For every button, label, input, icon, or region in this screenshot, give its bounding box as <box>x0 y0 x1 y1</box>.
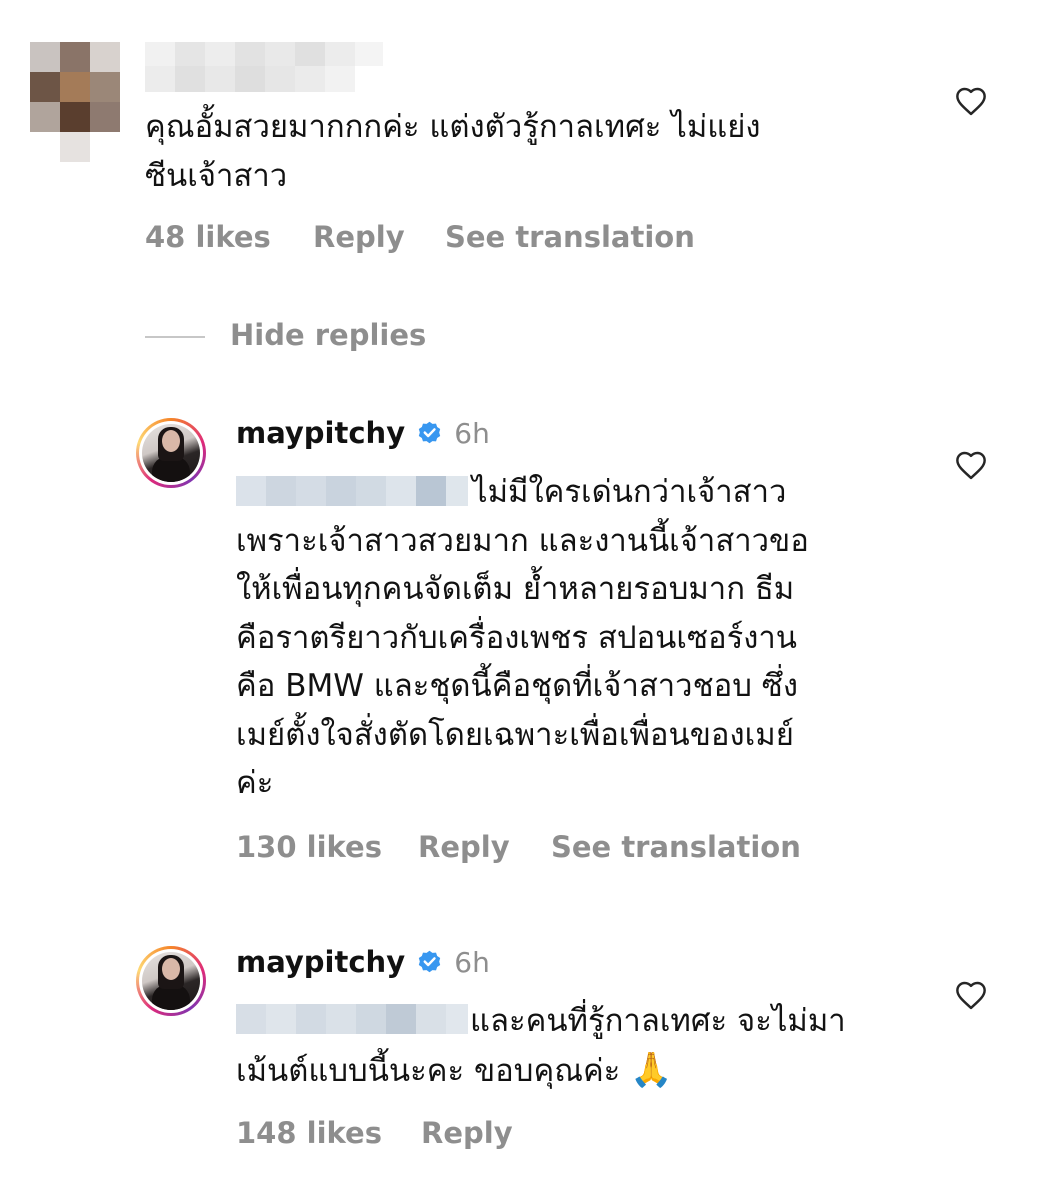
reply-text-line: เมย์ตั้งใจสั่งตัดโดยเฉพาะเพื่อเพื่อนของเ… <box>236 716 794 753</box>
likes-count[interactable]: 48 likes <box>145 220 271 254</box>
timestamp: 6h <box>454 417 490 450</box>
reply-text-line: คือราตรียาวกับเครื่องเพชร สปอนเซอร์งาน <box>236 619 797 656</box>
reply-text: ไม่มีใครเด่นกว่าเจ้าสาว เพราะเจ้าสาวสวยม… <box>236 468 956 808</box>
reply-text-line: และคนที่รู้กาลเทศะ จะไม่มา <box>470 1003 846 1039</box>
avatar-photo <box>142 424 200 482</box>
folded-hands-emoji: 🙏 <box>630 1049 673 1090</box>
avatar[interactable] <box>136 418 206 488</box>
commenter-username-blurred[interactable] <box>145 42 383 94</box>
hide-replies-label[interactable]: Hide replies <box>230 318 426 352</box>
reply-text-line: ให้เพื่อนทุกคนจัดเต็ม ย้ำหลายรอบมาก ธีม <box>236 571 795 607</box>
reply-text-line: เพราะเจ้าสาวสวยมาก และงานนี้เจ้าสาวขอ <box>236 522 809 559</box>
verified-badge-icon <box>419 950 441 973</box>
comment-actions: 48 likes Reply See translation <box>145 220 845 256</box>
reply-header: maypitchy 6h <box>236 945 636 985</box>
reply-text-line-with-emoji: เม้นต์แบบนี้นะคะ ขอบคุณค่ะ 🙏 <box>236 1046 956 1096</box>
likes-count[interactable]: 148 likes <box>236 1116 382 1150</box>
heart-outline-icon[interactable] <box>954 86 988 116</box>
avatar-photo <box>142 952 200 1010</box>
reply-text-line: ไม่มีใครเด่นกว่าเจ้าสาว <box>472 474 787 510</box>
username[interactable]: maypitchy <box>236 416 405 450</box>
heart-outline-icon[interactable] <box>954 980 988 1010</box>
reply-text-line: คือ BMW และชุดนี้คือชุดที่เจ้าสาวชอบ ซึ่… <box>236 668 798 704</box>
likes-count[interactable]: 130 likes <box>236 830 382 864</box>
reply-text-line: ค่ะ <box>236 765 274 801</box>
see-translation-button[interactable]: See translation <box>551 830 801 864</box>
timestamp: 6h <box>454 946 490 979</box>
reply-button[interactable]: Reply <box>421 1116 513 1150</box>
commenter-avatar-pixelated[interactable] <box>30 42 122 164</box>
comment-text-line: ซีนเจ้าสาว <box>145 157 288 194</box>
hide-replies-toggle[interactable]: Hide replies <box>145 318 475 354</box>
avatar[interactable] <box>136 946 206 1016</box>
comment-text: คุณอั้มสวยมากกกค่ะ แต่งตัวรู้กาลเทศะ ไม่… <box>145 103 925 200</box>
reply-actions: 148 likes Reply <box>236 1116 936 1152</box>
reply-text-line: เม้นต์แบบนี้นะคะ ขอบคุณค่ะ <box>236 1052 621 1089</box>
divider-line <box>145 336 205 338</box>
reply-button[interactable]: Reply <box>313 220 405 254</box>
username[interactable]: maypitchy <box>236 945 405 979</box>
heart-outline-icon[interactable] <box>954 450 988 480</box>
reply-header: maypitchy 6h <box>236 416 636 456</box>
reply-text: และคนที่รู้กาลเทศะ จะไม่มา เม้นต์แบบนี้น… <box>236 997 956 1095</box>
see-translation-button[interactable]: See translation <box>445 220 695 254</box>
reply-actions: 130 likes Reply See translation <box>236 830 936 866</box>
verified-badge-icon <box>419 421 441 444</box>
reply-button[interactable]: Reply <box>418 830 510 864</box>
comment-text-line: คุณอั้มสวยมากกกค่ะ แต่งตัวรู้กาลเทศะ ไม่… <box>145 109 761 145</box>
